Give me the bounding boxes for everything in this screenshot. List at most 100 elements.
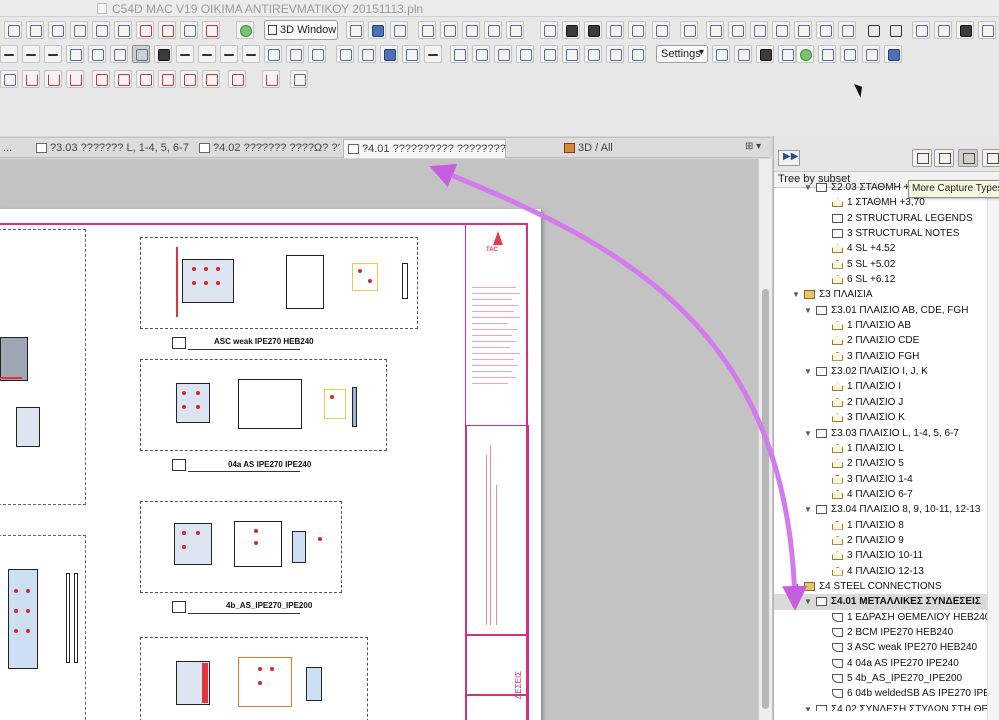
line-type-icon[interactable] xyxy=(22,45,40,63)
tree-item[interactable]: 2 BCM IPE270 HEB240 xyxy=(774,625,987,640)
disclosure-triangle-icon[interactable]: ▼ xyxy=(792,287,800,302)
elevate-icon[interactable] xyxy=(584,45,602,63)
tree-item[interactable]: 2 ΠΛΑΙΣΙΟ CDE xyxy=(774,333,987,348)
lock-icon[interactable] xyxy=(816,21,834,39)
canvas-scrollbar[interactable] xyxy=(758,159,772,720)
layout-book-icon[interactable] xyxy=(958,149,978,167)
tree-item[interactable]: 3 STRUCTURAL NOTES xyxy=(774,226,987,241)
tree-item[interactable]: 2 ΠΛΑΙΣΙΟ 5 xyxy=(774,456,987,471)
story-d-icon[interactable] xyxy=(158,70,176,88)
disclosure-triangle-icon[interactable]: ▼ xyxy=(804,364,812,379)
view-d-icon[interactable] xyxy=(778,45,796,63)
resize-icon[interactable] xyxy=(628,45,646,63)
align-icon[interactable] xyxy=(450,45,468,63)
tree-item[interactable]: 2 ΠΛΑΙΣΙΟ J xyxy=(774,395,987,410)
line-weight-icon[interactable] xyxy=(0,45,18,63)
fill-tool-icon[interactable] xyxy=(180,21,198,39)
tree-item[interactable]: 3 ΠΛΑΙΣΙΟ 1-4 xyxy=(774,472,987,487)
publish-icon[interactable] xyxy=(862,45,880,63)
disclosure-triangle-icon[interactable]: ▼ xyxy=(804,426,812,441)
arrow-a-icon[interactable] xyxy=(264,45,282,63)
split-icon[interactable] xyxy=(606,45,624,63)
tab-overflow[interactable]: ... xyxy=(0,139,30,158)
navigator-tree[interactable]: ▼ Σ2.03 ΣΤΑΘΜΗ +3,70 1 ΣΤΑΘΜΗ +3,70 2 STRUC… xyxy=(774,180,987,711)
grid-icon[interactable] xyxy=(424,45,442,63)
settings-sm-icon[interactable] xyxy=(794,21,812,39)
tree-item[interactable]: ▼ Σ3.03 ΠΛΑΙΣΙΟ L, 1-4, 5, 6-7 xyxy=(774,426,987,441)
tree-item[interactable]: 6 SL +6.12 xyxy=(774,272,987,287)
globe-icon[interactable] xyxy=(884,45,902,63)
home-c-icon[interactable] xyxy=(66,70,84,88)
home-a-icon[interactable] xyxy=(22,70,40,88)
text-icon[interactable] xyxy=(336,45,354,63)
measure-icon[interactable] xyxy=(934,21,952,39)
camera-icon[interactable] xyxy=(346,21,364,39)
label-icon[interactable] xyxy=(358,45,376,63)
tree-item[interactable]: 4 ΠΛΑΙΣΙΟ 6-7 xyxy=(774,487,987,502)
box-icon[interactable] xyxy=(390,21,408,39)
snap-icon[interactable] xyxy=(88,45,106,63)
palette-icon[interactable] xyxy=(628,21,646,39)
tab-3d-all[interactable]: 3D / All xyxy=(560,139,630,158)
tab-menu-button[interactable]: ⊞ ▾ xyxy=(745,141,761,152)
dimension-icon[interactable] xyxy=(380,45,398,63)
tree-item[interactable]: 2 STRUCTURAL LEGENDS xyxy=(774,211,987,226)
layers-icon[interactable] xyxy=(562,21,580,39)
view-a-icon[interactable] xyxy=(712,45,730,63)
tree-item[interactable]: ▼ Σ3.02 ΠΛΑΙΣΙΟ I, J, K xyxy=(774,364,987,379)
tag-icon[interactable] xyxy=(838,21,856,39)
tree-item[interactable]: 4 04a AS IPE270 IPE240 xyxy=(774,656,987,671)
hatch-icon[interactable] xyxy=(44,45,62,63)
story-g-icon[interactable] xyxy=(228,70,246,88)
close-x-icon[interactable] xyxy=(864,21,882,39)
zoom-in-icon[interactable] xyxy=(706,21,724,39)
stamp-icon[interactable] xyxy=(158,21,176,39)
disclosure-triangle-icon[interactable]: ▼ xyxy=(804,180,812,195)
tab-sheet-4-02[interactable]: ?4.02 ??????? ????Ω? ??? ?... xyxy=(195,139,340,158)
disclosure-triangle-icon[interactable]: ▼ xyxy=(804,594,812,609)
line-tool-icon[interactable] xyxy=(48,21,66,39)
display-icon[interactable] xyxy=(584,21,602,39)
paint-icon[interactable] xyxy=(652,21,670,39)
wall-tool-icon[interactable] xyxy=(70,21,88,39)
arrow-tool-icon[interactable] xyxy=(4,21,22,39)
orbit-icon[interactable] xyxy=(440,21,458,39)
group-icon[interactable] xyxy=(132,45,150,63)
distribute-icon[interactable] xyxy=(472,45,490,63)
section-icon[interactable] xyxy=(506,21,524,39)
story-b-icon[interactable] xyxy=(114,70,132,88)
arrow-c-icon[interactable] xyxy=(308,45,326,63)
tree-item[interactable]: 4 SL +4.52 xyxy=(774,241,987,256)
tree-item[interactable]: 1 ΠΛΑΙΣΙΟ L xyxy=(774,441,987,456)
tree-item[interactable]: 3 ASC weak IPE270 HEB240 xyxy=(774,640,987,655)
arrow-b-icon[interactable] xyxy=(286,45,304,63)
view-map-icon[interactable] xyxy=(934,149,954,167)
node-icon[interactable] xyxy=(110,45,128,63)
polyline-tool-icon[interactable] xyxy=(114,21,132,39)
tree-item[interactable]: 1 ΠΛΑΙΣΙΟ I xyxy=(774,379,987,394)
zoom-out-icon[interactable] xyxy=(728,21,746,39)
more-icon[interactable] xyxy=(978,21,996,39)
renovation-icon[interactable] xyxy=(236,21,254,39)
key-icon[interactable] xyxy=(818,45,836,63)
walk-icon[interactable] xyxy=(418,21,436,39)
tree-item[interactable]: 3 ΠΛΑΙΣΙΟ K xyxy=(774,410,987,425)
tree-item[interactable]: ▼ Σ3.04 ΠΛΑΙΣΙΟ 8, 9, 10-11, 12-13 xyxy=(774,502,987,517)
home-b-icon[interactable] xyxy=(44,70,62,88)
3d-window-button[interactable]: 3D Window xyxy=(264,20,338,40)
scroll-thumb[interactable] xyxy=(762,289,769,709)
tree-item[interactable]: ▼ Σ4 STEEL CONNECTIONS xyxy=(774,579,987,594)
tree-item[interactable]: 6 04b weldedSB AS IPE270 IPE20 xyxy=(774,686,987,701)
disclosure-triangle-icon[interactable]: ▼ xyxy=(804,303,812,318)
story-c-icon[interactable] xyxy=(136,70,154,88)
rotate-icon[interactable] xyxy=(540,45,558,63)
disclosure-triangle-icon[interactable]: ▼ xyxy=(792,579,800,594)
tree-item[interactable]: 3 ΠΛΑΙΣΙΟ FGH xyxy=(774,349,987,364)
offset-icon[interactable] xyxy=(494,45,512,63)
line-b-icon[interactable] xyxy=(198,45,216,63)
fill-black-icon[interactable] xyxy=(154,45,172,63)
story-e-icon[interactable] xyxy=(180,70,198,88)
guide-icon[interactable] xyxy=(912,21,930,39)
zone-icon[interactable] xyxy=(402,45,420,63)
replace-icon[interactable] xyxy=(840,45,858,63)
